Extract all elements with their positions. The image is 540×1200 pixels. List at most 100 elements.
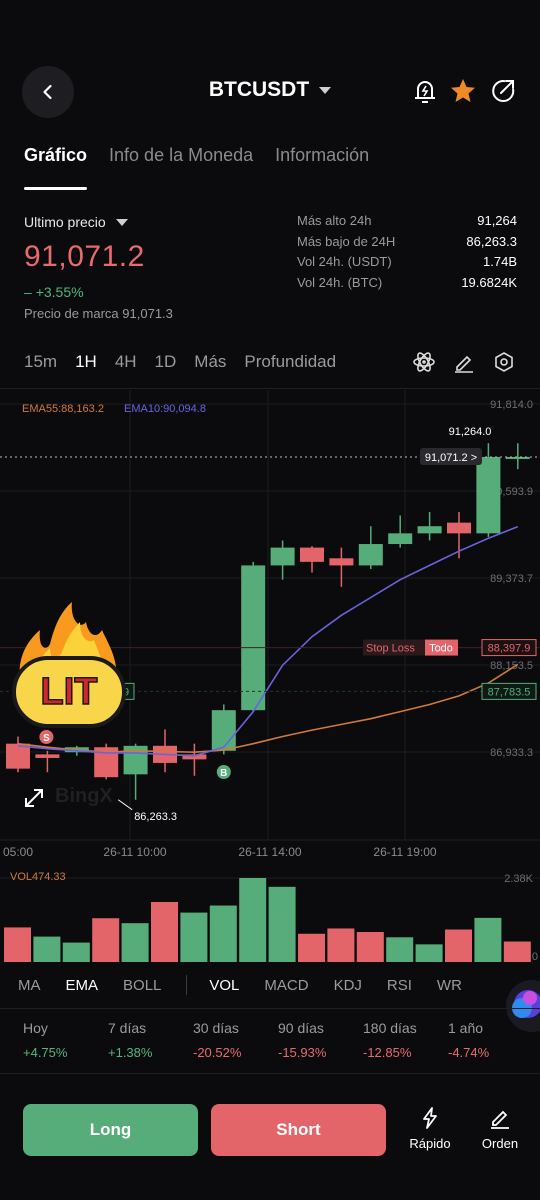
volume-bar — [356, 932, 384, 962]
volume-bar — [268, 886, 296, 962]
volume-bar — [298, 933, 325, 962]
last-price-label: Ultimo precio — [24, 214, 106, 230]
perf-180d: 180 días -12.85% — [340, 1020, 425, 1060]
x-tick-label: 05:00 — [3, 845, 33, 859]
indicator-macd[interactable]: MACD — [264, 977, 308, 994]
order-button[interactable]: Orden — [470, 1106, 530, 1151]
perf-value: -4.74% — [448, 1045, 490, 1060]
star-icon[interactable] — [448, 76, 478, 106]
perf-value: +1.38% — [108, 1045, 153, 1060]
stat-value: 86,263.3 — [466, 233, 517, 249]
perf-label: 30 días — [193, 1020, 239, 1036]
stop-loss-price: 88,397.9 — [488, 643, 531, 655]
stop-loss-label: Stop Loss — [366, 643, 415, 655]
candle — [388, 533, 413, 545]
indicator-boll[interactable]: BOLL — [123, 977, 161, 994]
mark-price: Precio de marca 91,071.3 — [24, 306, 274, 321]
position-price: 87,783.5 — [488, 686, 531, 698]
divider — [0, 1008, 540, 1009]
performance-row: Hoy +4.75% 7 días +1.38% 30 días -20.52% 90… — [0, 1020, 540, 1060]
candle — [35, 754, 60, 758]
chevron-down-icon — [319, 86, 332, 94]
stat-value: 91,264 — [477, 213, 517, 228]
draw-pencil-icon[interactable] — [452, 350, 476, 374]
timeframe-1h[interactable]: 1H — [75, 352, 97, 372]
price-alert-icon[interactable] — [410, 76, 440, 106]
sticker-text: LIT — [41, 671, 98, 713]
perf-90d: 90 días -15.93% — [255, 1020, 340, 1060]
volume-bar — [92, 918, 120, 962]
stat-value: 1.74B — [483, 254, 517, 269]
price-change: – +3.55% — [24, 284, 274, 300]
volume-chart[interactable]: VOL474.33 2.38K 0 — [0, 866, 540, 966]
indicator-ma[interactable]: MA — [18, 977, 41, 994]
candle — [300, 547, 324, 562]
settings-hexagon-icon[interactable] — [492, 350, 516, 374]
tab-chart[interactable]: Gráfico — [24, 145, 88, 190]
tab-coin-info[interactable]: Info de la Moneda — [109, 145, 253, 180]
indicator-ema[interactable]: EMA — [66, 977, 99, 994]
stat-high-24h: Más alto 24h 91,264 — [297, 213, 517, 234]
timeframe-4h[interactable]: 4H — [115, 352, 137, 372]
depth-tab[interactable]: Profundidad — [244, 352, 336, 372]
tab-information[interactable]: Información — [275, 145, 369, 180]
price-change-prefix: – — [24, 284, 32, 300]
y-tick-label: 86,933.3 — [490, 747, 533, 759]
indicator-separator — [186, 975, 188, 995]
perf-1y: 1 año -4.74% — [425, 1020, 510, 1060]
stat-vol-btc: Vol 24h. (BTC) 19.6824K — [297, 275, 517, 296]
indicator-wr[interactable]: WR — [437, 977, 462, 994]
y-tick-label: 91,814.0 — [490, 399, 533, 411]
volume-bar — [121, 923, 149, 962]
volume-legend: VOL474.33 — [10, 871, 66, 883]
ema55-legend: EMA55:88,163.2 — [22, 403, 104, 415]
long-button[interactable]: Long — [23, 1104, 198, 1156]
x-tick-label: 26-11 10:00 — [103, 845, 166, 859]
stat-label: Más bajo de 24H — [297, 233, 396, 249]
volume-bar — [239, 878, 267, 962]
candle — [447, 522, 471, 534]
stat-label: Vol 24h. (BTC) — [297, 274, 383, 290]
timeframe-more[interactable]: Más — [194, 352, 226, 372]
volume-bar — [180, 912, 208, 962]
volume-max-label: 2.38K — [504, 873, 533, 885]
candle — [241, 565, 266, 711]
short-button[interactable]: Short — [211, 1104, 386, 1156]
quick-trade-label: Rápido — [409, 1136, 451, 1151]
share-icon[interactable] — [488, 76, 518, 106]
perf-7d: 7 días +1.38% — [85, 1020, 170, 1060]
volume-bar — [327, 928, 355, 962]
timeframe-1d[interactable]: 1D — [155, 352, 177, 372]
indicator-atom-icon[interactable] — [412, 350, 436, 374]
candle — [211, 710, 236, 751]
mark-price-label: Precio de marca — [24, 306, 119, 321]
high-marker: 91,264.0 — [449, 426, 492, 438]
candle — [358, 544, 383, 566]
perf-label: 90 días — [278, 1020, 324, 1036]
stat-label: Más alto 24h — [297, 213, 372, 228]
quick-trade-button[interactable]: Rápido — [400, 1106, 460, 1151]
volume-bar — [503, 941, 531, 962]
timeframe-bar: 15m 1H 4H 1D Más Profundidad — [24, 352, 336, 372]
lightning-icon — [423, 1107, 437, 1129]
volume-bar — [33, 936, 61, 962]
volume-bar — [415, 944, 443, 962]
x-tick-label: 26-11 14:00 — [238, 845, 301, 859]
last-price-selector[interactable]: Ultimo precio — [24, 214, 274, 230]
indicator-vol[interactable]: VOL — [209, 977, 239, 994]
expand-icon-path — [25, 789, 43, 807]
perf-label: 7 días — [108, 1020, 147, 1036]
volume-bar — [386, 937, 414, 962]
stat-value: 19.6824K — [461, 274, 517, 290]
volume-bar — [474, 917, 502, 962]
indicator-kdj[interactable]: KDJ — [334, 977, 362, 994]
expand-icon[interactable] — [25, 789, 43, 807]
timeframe-15m[interactable]: 15m — [24, 352, 57, 372]
stat-label: Vol 24h. (USDT) — [297, 254, 392, 269]
indicator-rsi[interactable]: RSI — [387, 977, 412, 994]
volume-bar — [445, 929, 472, 962]
edit-order-icon — [491, 1110, 509, 1129]
perf-value: -15.93% — [278, 1045, 327, 1060]
sell-marker: S — [43, 733, 50, 744]
candle — [270, 547, 295, 566]
